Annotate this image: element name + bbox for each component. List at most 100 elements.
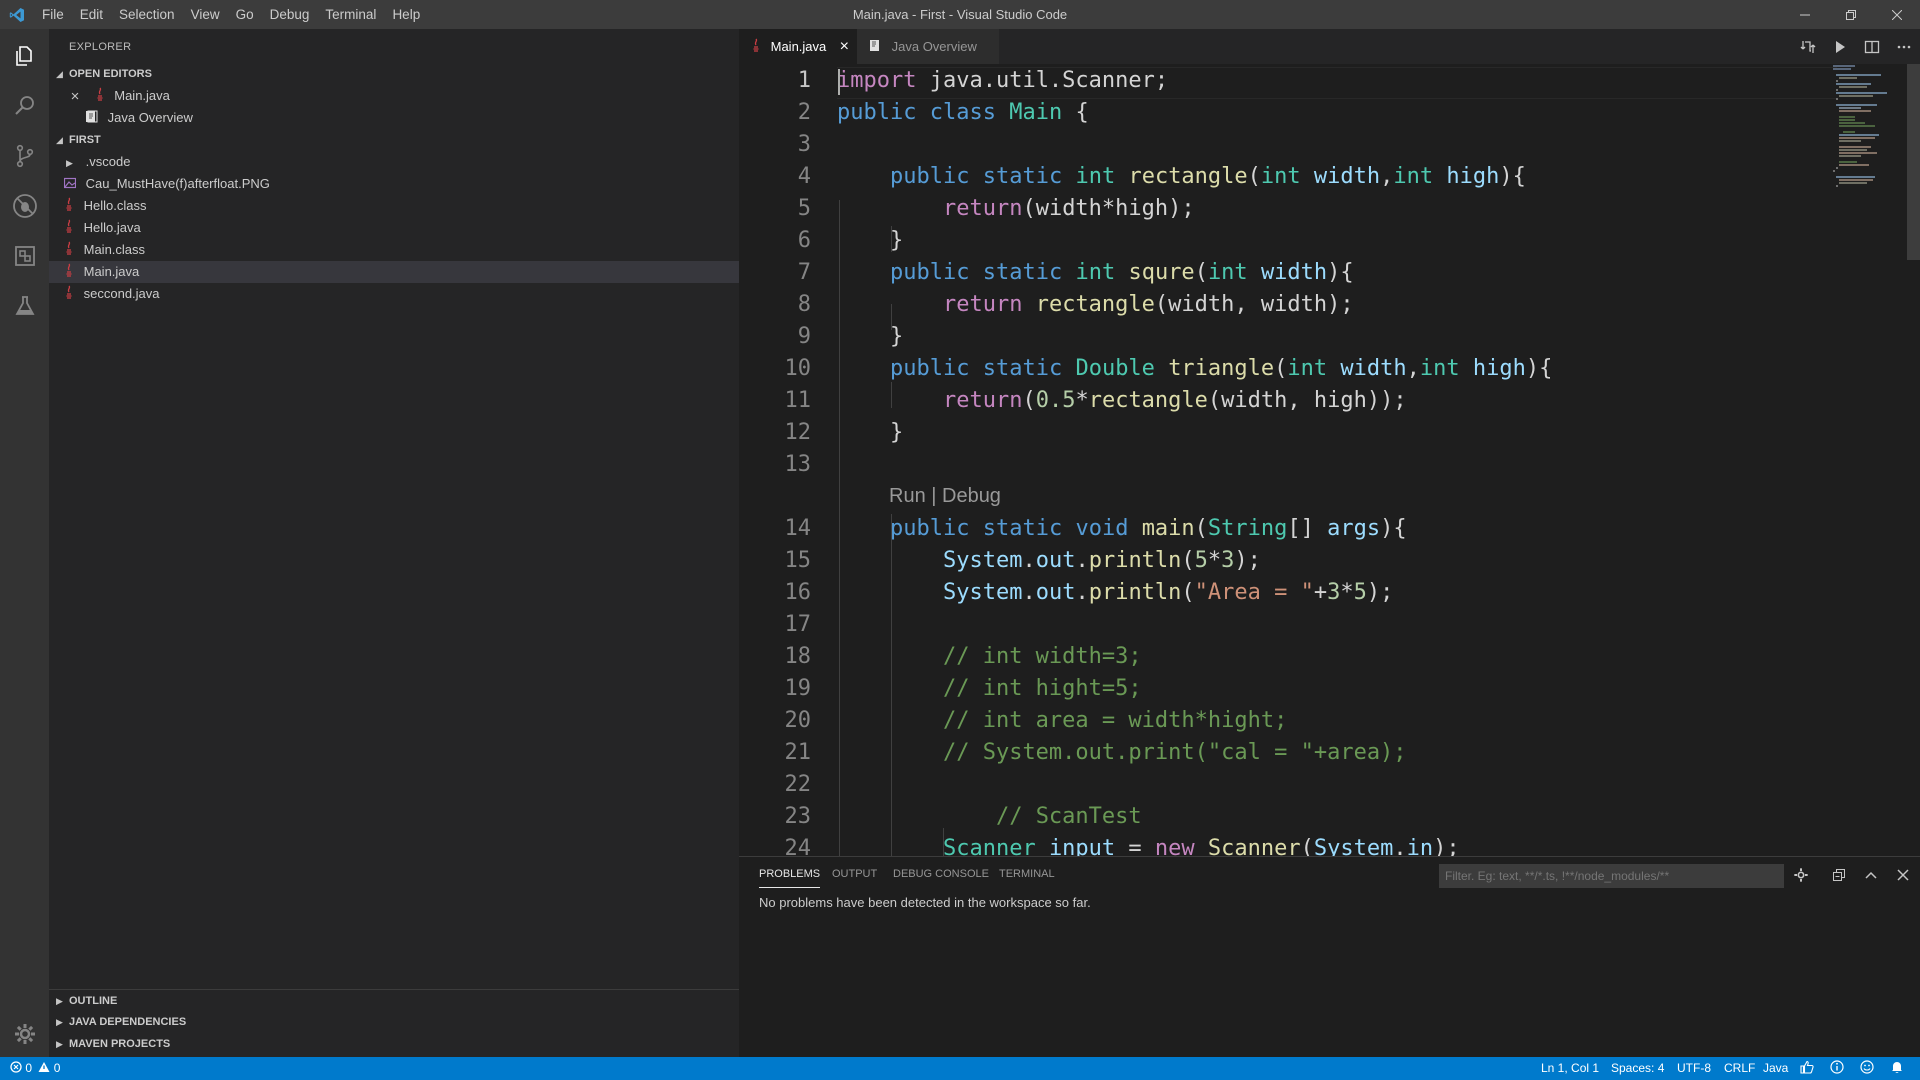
menu-terminal[interactable]: Terminal bbox=[317, 0, 384, 29]
menu-file[interactable]: File bbox=[34, 0, 72, 29]
problems-filter-input[interactable] bbox=[1439, 864, 1784, 888]
restore-icon bbox=[1846, 9, 1856, 20]
open-editor-label: Main.java bbox=[114, 88, 170, 103]
tree-item-vscode[interactable]: ▶ .vscode bbox=[49, 151, 739, 173]
chevron-down-icon: ◢ bbox=[56, 69, 63, 79]
tree-item-main-java[interactable]: Main.java bbox=[49, 261, 739, 283]
line-number: 16 bbox=[784, 580, 812, 605]
line-number: 2 bbox=[797, 100, 811, 125]
open-editors-header[interactable]: ◢ OPEN EDITORS bbox=[49, 63, 739, 85]
menu-edit[interactable]: Edit bbox=[72, 0, 111, 29]
split-editor-button[interactable] bbox=[1856, 29, 1888, 64]
problems-status[interactable]: 0 0 bbox=[10, 1057, 60, 1080]
debug-activity[interactable] bbox=[0, 181, 49, 231]
cursor-position[interactable]: Ln 1, Col 1 bbox=[1541, 1057, 1599, 1080]
feedback-button[interactable] bbox=[1800, 1057, 1814, 1080]
java-file-icon bbox=[64, 262, 74, 284]
close-tab-button[interactable]: × bbox=[840, 29, 849, 64]
source-control-icon bbox=[16, 144, 33, 168]
window-controls bbox=[1782, 0, 1920, 29]
explorer-activity[interactable] bbox=[0, 31, 49, 81]
tree-item-main-class[interactable]: Main.class bbox=[49, 239, 739, 261]
editor-actions bbox=[1792, 29, 1920, 64]
line-number: 7 bbox=[797, 260, 811, 285]
search-activity[interactable] bbox=[0, 81, 49, 131]
menu-go[interactable]: Go bbox=[228, 0, 262, 29]
folder-first-header[interactable]: ◢ FIRST bbox=[49, 129, 739, 151]
tab-main-java[interactable]: Main.java × bbox=[739, 29, 857, 64]
restore-button[interactable] bbox=[1828, 0, 1874, 29]
error-icon bbox=[10, 1061, 22, 1073]
tree-item-label: Hello.class bbox=[83, 198, 147, 213]
tab-terminal[interactable]: TERMINAL bbox=[999, 857, 1055, 891]
tab-problems[interactable]: PROBLEMS bbox=[759, 861, 821, 888]
eol-status[interactable]: CRLF bbox=[1724, 1057, 1755, 1080]
filter-settings-button[interactable] bbox=[1787, 861, 1815, 889]
line-number: 5 bbox=[797, 196, 811, 221]
open-editor-java-overview[interactable]: Java Overview bbox=[49, 107, 739, 129]
code-line: // ScanTest bbox=[995, 804, 1142, 829]
source-control-activity[interactable] bbox=[0, 131, 49, 181]
line-number: 14 bbox=[784, 516, 812, 541]
files-icon bbox=[15, 46, 32, 66]
line-number: 1 bbox=[797, 68, 811, 93]
ellipsis-icon bbox=[1897, 45, 1911, 48]
notifications-button[interactable] bbox=[1890, 1057, 1904, 1080]
sidebar-title: EXPLORER bbox=[69, 41, 132, 53]
open-editor-main-java[interactable]: × Main.java bbox=[49, 85, 739, 107]
tab-output[interactable]: OUTPUT bbox=[832, 857, 877, 891]
status-bar: 0 0 Ln 1, Col 1 Spaces: 4 UTF-8 CRLF Jav… bbox=[0, 1057, 1920, 1080]
collapse-all-button[interactable] bbox=[1825, 861, 1853, 889]
more-actions-button[interactable] bbox=[1888, 29, 1920, 64]
close-editor-button[interactable]: × bbox=[69, 86, 81, 108]
language-mode[interactable]: Java bbox=[1763, 1057, 1788, 1080]
line-number: 3 bbox=[797, 132, 811, 157]
manage-activity[interactable] bbox=[0, 1009, 49, 1059]
indentation-status[interactable]: Spaces: 4 bbox=[1611, 1057, 1664, 1080]
compare-icon bbox=[1800, 40, 1816, 53]
info-button[interactable] bbox=[1830, 1057, 1844, 1080]
run-button[interactable] bbox=[1824, 29, 1856, 64]
minimap[interactable] bbox=[1831, 64, 1901, 224]
extensions-activity[interactable] bbox=[0, 231, 49, 281]
code-line: } bbox=[837, 228, 904, 253]
gear-icon bbox=[1794, 868, 1808, 882]
open-changes-button[interactable] bbox=[1792, 29, 1824, 64]
encoding-status[interactable]: UTF-8 bbox=[1677, 1057, 1711, 1080]
tree-item-seccond-java[interactable]: seccond.java bbox=[49, 283, 739, 305]
menu-selection[interactable]: Selection bbox=[111, 0, 183, 29]
tree-item-label: Main.java bbox=[83, 264, 140, 279]
close-panel-button[interactable] bbox=[1889, 861, 1917, 889]
line-number: 18 bbox=[784, 644, 812, 669]
close-window-button[interactable] bbox=[1874, 0, 1920, 29]
line-number: 15 bbox=[784, 548, 812, 573]
open-editor-label: Java Overview bbox=[107, 110, 193, 125]
chevron-right-icon: ▶ bbox=[56, 1017, 63, 1027]
line-number: 21 bbox=[784, 740, 812, 765]
tab-label: Main.java bbox=[770, 39, 827, 54]
tab-debug-console[interactable]: DEBUG CONSOLE bbox=[893, 857, 989, 891]
code-editor[interactable]: 1 2 3 4 5 6 7 8 9 10 11 12 13 14 15 16 1… bbox=[739, 64, 1920, 856]
code-line: public static int rectangle(int width,in… bbox=[889, 164, 1526, 189]
tab-java-overview[interactable]: Java Overview bbox=[857, 29, 999, 64]
tree-item-hello-java[interactable]: Hello.java bbox=[49, 217, 739, 239]
menu-help[interactable]: Help bbox=[384, 0, 428, 29]
minimize-button[interactable] bbox=[1782, 0, 1828, 29]
tree-item-png[interactable]: Cau_MustHave(f)afterfloat.PNG bbox=[49, 173, 739, 195]
thumbs-up-icon bbox=[1800, 1060, 1814, 1074]
play-icon bbox=[1836, 40, 1845, 53]
menu-view[interactable]: View bbox=[183, 0, 228, 29]
line-number: 23 bbox=[784, 804, 812, 829]
maven-projects-header[interactable]: ▶ MAVEN PROJECTS bbox=[49, 1033, 739, 1055]
code-line: public static Double triangle(int width,… bbox=[889, 356, 1553, 381]
run-debug-codelens[interactable]: Run | Debug bbox=[889, 485, 1001, 508]
menu-debug[interactable]: Debug bbox=[262, 0, 318, 29]
activity-bar bbox=[0, 29, 49, 1057]
tree-item-hello-class[interactable]: Hello.class bbox=[49, 195, 739, 217]
java-dependencies-header[interactable]: ▶ JAVA DEPENDENCIES bbox=[49, 1011, 739, 1033]
smiley-button[interactable] bbox=[1860, 1057, 1874, 1080]
editor-scrollbar[interactable] bbox=[1907, 64, 1920, 260]
test-activity[interactable] bbox=[0, 281, 49, 331]
maximize-panel-button[interactable] bbox=[1857, 861, 1885, 889]
outline-header[interactable]: ▶ OUTLINE bbox=[49, 989, 739, 1011]
